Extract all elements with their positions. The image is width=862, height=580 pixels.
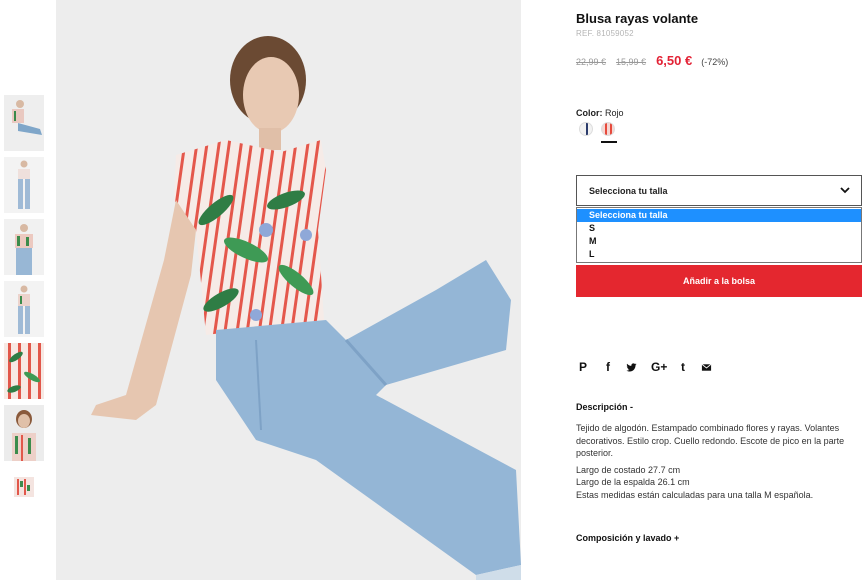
- product-ref: REF. 81059052: [576, 29, 634, 38]
- size-option-placeholder[interactable]: Selecciona tu talla: [577, 209, 861, 222]
- thumbnail-1[interactable]: [4, 95, 44, 151]
- thumbnail-7[interactable]: [4, 467, 44, 523]
- color-label-title: Color:: [576, 108, 603, 118]
- thumbnail-strip: [4, 95, 44, 529]
- price-row: 22,99 € 15,99 € 6,50 € (-72%): [576, 53, 728, 68]
- share-bar: P f G+ t: [576, 360, 715, 374]
- measure-note: Estas medidas están calculadas para una …: [576, 489, 814, 500]
- email-icon[interactable]: [701, 362, 715, 373]
- measure-back-length: Largo de la espalda 26.1 cm: [576, 477, 690, 487]
- size-dropdown-list: Selecciona tu talla S M L: [576, 207, 862, 263]
- size-select-value: Selecciona tu talla: [589, 186, 668, 196]
- previous-price: 15,99 €: [616, 57, 647, 67]
- description-text: Tejido de algodón. Estampado combinado f…: [576, 423, 845, 458]
- swatch-red-stripes[interactable]: [601, 122, 615, 136]
- swatch-white-navy[interactable]: [579, 122, 593, 136]
- facebook-icon[interactable]: f: [601, 360, 615, 374]
- size-option-s[interactable]: S: [577, 222, 861, 235]
- measure-side-length: Largo de costado 27.7 cm: [576, 464, 681, 475]
- thumbnail-4[interactable]: [4, 281, 44, 337]
- size-option-m[interactable]: M: [577, 235, 861, 248]
- color-swatches: [579, 122, 615, 136]
- composition-toggle[interactable]: Composición y lavado +: [576, 533, 679, 543]
- thumbnail-3[interactable]: [4, 219, 44, 275]
- thumbnail-5[interactable]: [4, 343, 44, 399]
- chevron-down-icon: [840, 187, 850, 194]
- color-label: Color: Rojo: [576, 108, 624, 118]
- twitter-icon[interactable]: [626, 362, 640, 373]
- google-plus-icon[interactable]: G+: [651, 360, 667, 374]
- thumbnail-2[interactable]: [4, 157, 44, 213]
- size-select[interactable]: Selecciona tu talla: [576, 175, 862, 206]
- original-price: 22,99 €: [576, 57, 607, 67]
- product-title: Blusa rayas volante: [576, 11, 699, 26]
- size-option-l[interactable]: L: [577, 248, 861, 261]
- selected-swatch-indicator: [601, 141, 617, 143]
- model-photo: [56, 0, 521, 580]
- pinterest-icon[interactable]: P: [576, 360, 590, 374]
- add-to-bag-button[interactable]: Añadir a la bolsa: [576, 265, 862, 297]
- description-toggle[interactable]: Descripción -: [576, 402, 633, 412]
- tumblr-icon[interactable]: t: [676, 360, 690, 374]
- thumbnail-6[interactable]: [4, 405, 44, 461]
- current-price: 6,50 €: [656, 53, 693, 68]
- main-product-image[interactable]: [56, 0, 521, 580]
- discount-badge: (-72%): [701, 57, 729, 67]
- color-value: Rojo: [605, 108, 624, 118]
- description-body: Tejido de algodón. Estampado combinado f…: [576, 422, 862, 501]
